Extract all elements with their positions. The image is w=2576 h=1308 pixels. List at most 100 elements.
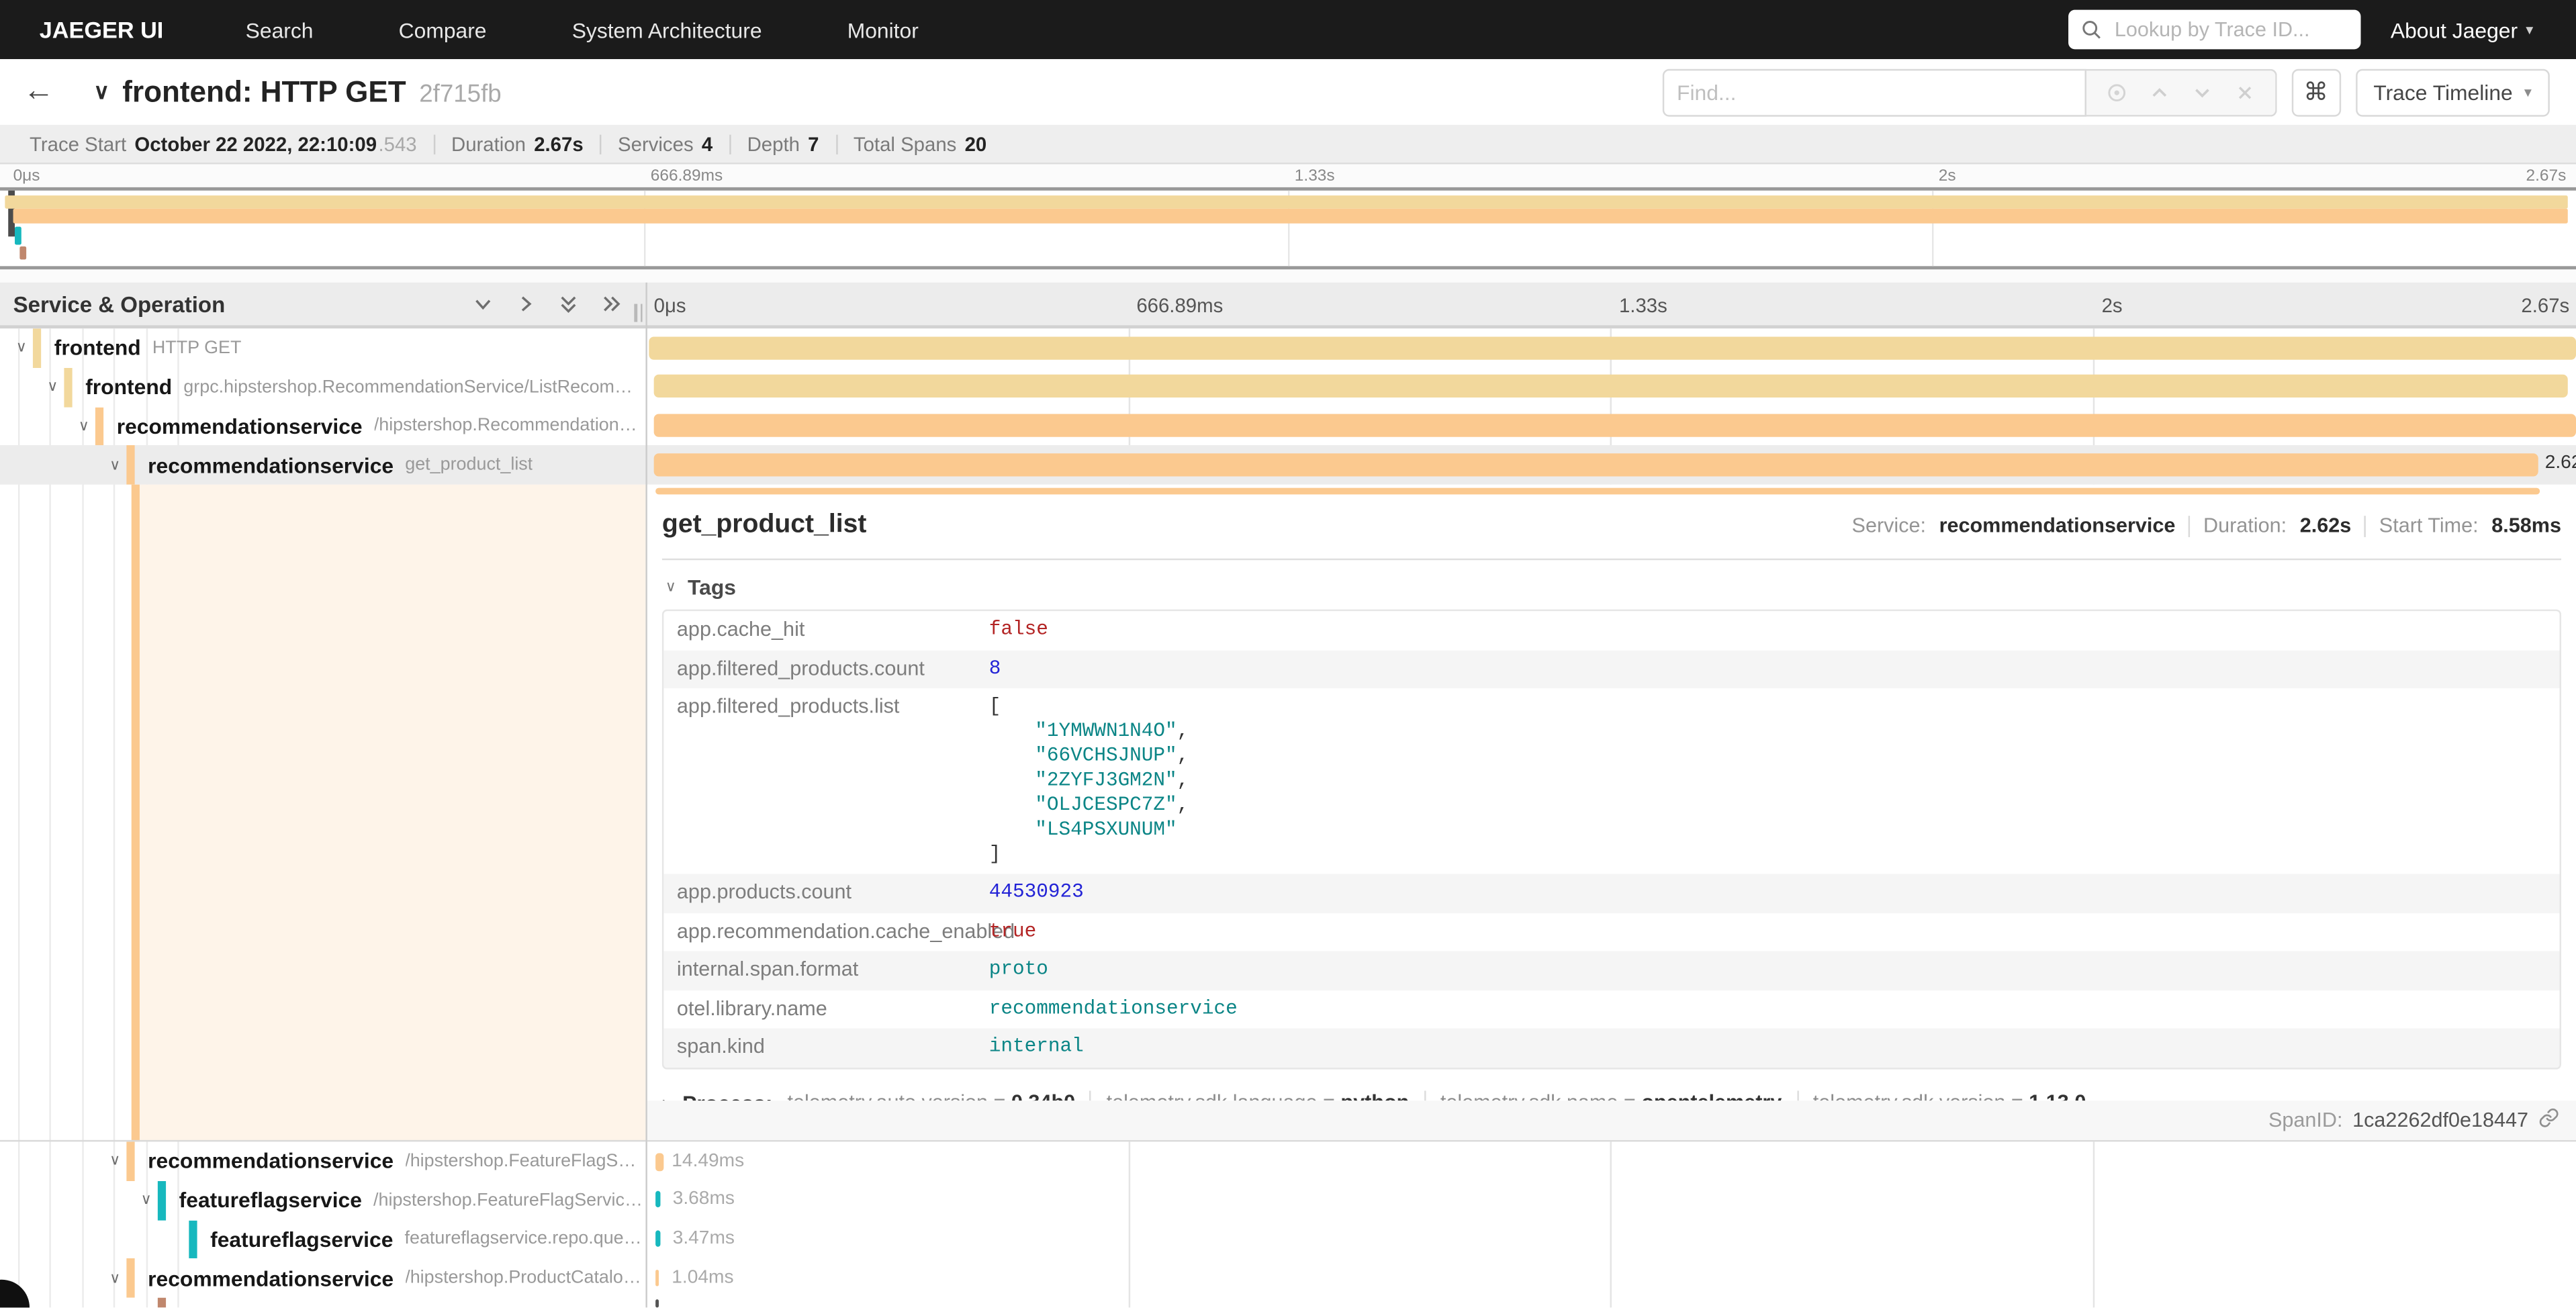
tag-value: false bbox=[989, 611, 1048, 649]
span-name-cell[interactable]: ∨frontendgrpc.hipstershop.Recommendation… bbox=[0, 367, 645, 406]
column-resize-grip[interactable] bbox=[634, 304, 642, 322]
span-row[interactable]: ∨featureflagservice/hipstershop.FeatureF… bbox=[0, 1180, 2576, 1219]
collapse-one-icon[interactable] bbox=[471, 292, 494, 315]
span-name-cell[interactable]: ∨recommendationservice/hipstershop.Produ… bbox=[0, 1259, 645, 1298]
span-timeline-cell[interactable]: 2.62s bbox=[645, 446, 2576, 485]
span-timeline-cell[interactable] bbox=[645, 1298, 2576, 1308]
minimap-span-frontend-band bbox=[5, 195, 2569, 209]
top-navbar: JAEGER UI Search Compare System Architec… bbox=[0, 0, 2576, 59]
trace-lookup-box[interactable] bbox=[2068, 10, 2360, 50]
span-service-name: recommendationservice bbox=[148, 453, 394, 477]
nav-item-search[interactable]: Search bbox=[203, 17, 356, 42]
span-name-cell[interactable]: ∨recommendationservice/hipstershop.Featu… bbox=[0, 1141, 645, 1180]
ruler-tick-label: 2.67s bbox=[2521, 294, 2569, 317]
span-collapse-chevron-icon[interactable]: ∨ bbox=[10, 339, 33, 357]
span-duration-bar[interactable] bbox=[649, 336, 2576, 359]
span-duration-bar[interactable] bbox=[654, 414, 2576, 436]
about-jaeger-menu[interactable]: About Jaeger ▾ bbox=[2391, 17, 2534, 42]
column-divider[interactable] bbox=[645, 283, 647, 1308]
span-detail-bottom-border bbox=[0, 1140, 645, 1141]
span-duration-mark[interactable] bbox=[656, 1230, 660, 1246]
span-timeline-cell[interactable]: 14.49ms bbox=[645, 1141, 2576, 1180]
span-duration-mark[interactable] bbox=[655, 1299, 659, 1307]
collapse-all-icon[interactable] bbox=[557, 292, 580, 315]
ruler-tick-label: 2s bbox=[2102, 294, 2123, 317]
tags-table: app.cache_hitfalseapp.filtered_products.… bbox=[662, 610, 2561, 1069]
span-name-cell[interactable]: ∨frontendHTTP GET bbox=[0, 328, 645, 367]
span-collapse-chevron-icon[interactable]: ∨ bbox=[103, 456, 126, 474]
span-duration-bar[interactable] bbox=[654, 375, 2568, 398]
span-timeline-cell[interactable]: 1.04ms bbox=[645, 1259, 2576, 1298]
expand-all-icon[interactable] bbox=[600, 292, 623, 315]
nav-item-compare[interactable]: Compare bbox=[356, 17, 529, 42]
trace-collapse-chevron-icon[interactable]: ∨ bbox=[74, 79, 122, 105]
span-timeline-cell[interactable]: 3.47ms bbox=[645, 1219, 2576, 1258]
clear-find-icon[interactable] bbox=[2234, 81, 2255, 103]
span-duration-mark[interactable] bbox=[656, 1191, 660, 1207]
span-collapse-chevron-icon[interactable]: ∨ bbox=[73, 417, 95, 435]
span-detail-meta: Service:recommendationserviceDuration:2.… bbox=[1852, 514, 2561, 537]
span-operation-name: featureflagservice.repo.query:fe… bbox=[405, 1229, 646, 1249]
trace-start: Trace StartOctober 22 2022, 22:10:09.543 bbox=[13, 132, 434, 155]
tag-key: otel.library.name bbox=[663, 990, 988, 1026]
span-service-name: recommendationservice bbox=[148, 1266, 394, 1291]
tag-key: app.cache_hit bbox=[663, 611, 988, 647]
span-collapse-chevron-icon[interactable]: ∨ bbox=[41, 378, 64, 396]
span-collapse-chevron-icon[interactable]: ∨ bbox=[135, 1191, 158, 1209]
span-name-cell[interactable]: featureflagservicefeatureflagservice.rep… bbox=[0, 1219, 645, 1258]
trace-toolbar: ⌘ Trace Timeline ▾ bbox=[1662, 68, 2576, 116]
trace-minimap[interactable]: 0μs666.89ms1.33s2s2.67s bbox=[0, 165, 2576, 283]
nav-item-monitor[interactable]: Monitor bbox=[804, 17, 961, 42]
copy-link-icon[interactable] bbox=[2538, 1107, 2560, 1133]
divider bbox=[662, 559, 2561, 560]
span-timeline-cell[interactable] bbox=[645, 367, 2576, 406]
next-match-icon[interactable] bbox=[2191, 81, 2213, 103]
span-row[interactable] bbox=[0, 1298, 2576, 1308]
trace-view-selector[interactable]: Trace Timeline ▾ bbox=[2355, 68, 2549, 116]
span-detail-title: get_product_list bbox=[662, 511, 867, 541]
minimap-canvas[interactable] bbox=[0, 187, 2576, 269]
focus-match-icon[interactable] bbox=[2106, 81, 2127, 103]
span-id-label: SpanID: bbox=[2268, 1109, 2343, 1131]
span-name-cell[interactable]: ∨recommendationserviceget_product_list bbox=[0, 446, 645, 485]
span-timeline-cell[interactable] bbox=[645, 328, 2576, 367]
span-detail-name-column-tint bbox=[140, 485, 645, 1142]
tag-row: app.products.count44530923 bbox=[663, 874, 2559, 912]
span-id-strip: SpanID:1ca2262df0e18447 bbox=[647, 1101, 2576, 1140]
app-logo[interactable]: JAEGER UI bbox=[0, 16, 203, 42]
span-row[interactable]: ∨frontendHTTP GET bbox=[0, 328, 2576, 367]
span-row[interactable]: ∨frontendgrpc.hipstershop.Recommendation… bbox=[0, 367, 2576, 406]
expand-one-icon[interactable] bbox=[514, 292, 537, 315]
span-name-cell[interactable]: ∨featureflagservice/hipstershop.FeatureF… bbox=[0, 1180, 645, 1219]
tag-value: ["1YMWWN1N4O","66VCHSJNUP","2ZYFJ3GM2N",… bbox=[989, 688, 1189, 874]
span-name-cell[interactable] bbox=[0, 1298, 645, 1308]
chevron-down-icon: ∨ bbox=[665, 578, 676, 596]
prev-match-icon[interactable] bbox=[2148, 81, 2170, 103]
tag-row: otel.library.namerecommendationservice bbox=[663, 990, 2559, 1028]
span-duration-mark[interactable] bbox=[655, 1269, 659, 1285]
span-duration-mark[interactable] bbox=[655, 1152, 663, 1170]
ruler-tick-label: 0μs bbox=[654, 294, 686, 317]
span-row[interactable]: ∨recommendationserviceget_product_list2.… bbox=[0, 446, 2576, 485]
trace-summary-bar: Trace StartOctober 22 2022, 22:10:09.543… bbox=[0, 125, 2576, 165]
span-row[interactable]: featureflagservicefeatureflagservice.rep… bbox=[0, 1219, 2576, 1258]
keyboard-shortcuts-button[interactable]: ⌘ bbox=[2291, 68, 2340, 116]
back-arrow-icon[interactable]: ← bbox=[0, 74, 74, 110]
trace-lookup-input[interactable] bbox=[2111, 16, 2348, 42]
find-input[interactable] bbox=[1662, 68, 2086, 116]
tags-section-toggle[interactable]: ∨Tags bbox=[665, 575, 2561, 600]
span-row[interactable]: ∨recommendationservice/hipstershop.Featu… bbox=[0, 1141, 2576, 1180]
span-row[interactable]: ∨recommendationservice/hipstershop.Recom… bbox=[0, 406, 2576, 445]
span-timeline-cell[interactable]: 3.68ms bbox=[645, 1180, 2576, 1219]
span-duration-bar[interactable] bbox=[654, 453, 2538, 476]
find-tools bbox=[2086, 68, 2276, 116]
command-icon: ⌘ bbox=[2303, 77, 2328, 107]
nav-item-system-architecture[interactable]: System Architecture bbox=[529, 17, 804, 42]
span-operation-name: /hipstershop.RecommendationService/Lis… bbox=[374, 416, 646, 436]
span-name-cell[interactable]: ∨recommendationservice/hipstershop.Recom… bbox=[0, 406, 645, 445]
span-collapse-chevron-icon[interactable]: ∨ bbox=[103, 1152, 126, 1170]
span-collapse-chevron-icon[interactable]: ∨ bbox=[103, 1269, 126, 1287]
span-timeline-cell[interactable] bbox=[645, 406, 2576, 445]
span-row[interactable]: ∨recommendationservice/hipstershop.Produ… bbox=[0, 1259, 2576, 1298]
ruler-tick-label: 666.89ms bbox=[1136, 294, 1223, 317]
